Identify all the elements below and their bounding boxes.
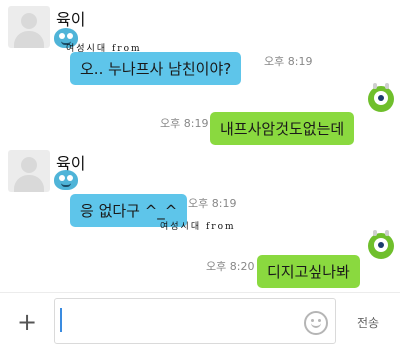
outgoing-message-bubble[interactable]: 내프사암것도없는데 [210, 112, 355, 145]
mike-emoticon-icon [368, 230, 394, 259]
message-timestamp: 오후 8:20 [206, 260, 255, 273]
send-button[interactable]: 전송 [357, 314, 379, 331]
message-timestamp: 오후 8:19 [160, 117, 209, 130]
plus-icon[interactable]: + [17, 310, 37, 334]
message-timestamp: 오후 8:19 [264, 55, 313, 68]
avatar[interactable] [8, 6, 50, 48]
sender-name: 육이 [56, 10, 86, 29]
smiley-icon[interactable] [304, 311, 328, 335]
message-timestamp: 오후 8:19 [188, 197, 237, 210]
outgoing-message-bubble[interactable]: 디지고싶나봐 [257, 255, 360, 288]
mike-emoticon-icon [368, 83, 394, 112]
text-cursor [60, 308, 62, 332]
message-input[interactable] [54, 298, 336, 344]
watermark-text: 여성시대 from [160, 222, 236, 232]
incoming-message-bubble[interactable]: 오.. 누나프사 남친이야? [70, 52, 242, 85]
avatar[interactable] [8, 150, 50, 192]
sulley-emoticon-icon [54, 170, 78, 190]
